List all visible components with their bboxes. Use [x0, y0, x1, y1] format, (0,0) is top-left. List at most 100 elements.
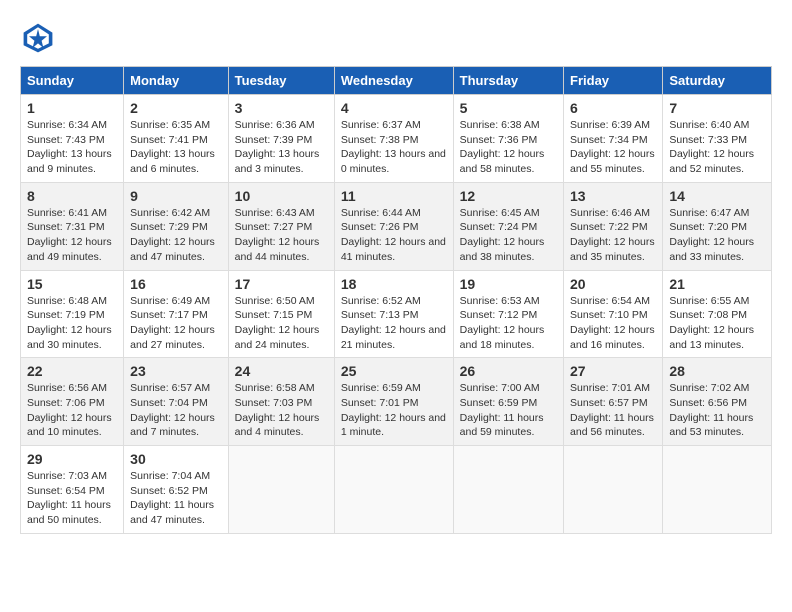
calendar-table: SundayMondayTuesdayWednesdayThursdayFrid…: [20, 66, 772, 534]
day-number: 22: [27, 363, 117, 379]
logo: [20, 20, 62, 56]
day-number: 17: [235, 276, 328, 292]
day-number: 2: [130, 100, 222, 116]
day-number: 11: [341, 188, 447, 204]
calendar-cell: 11 Sunrise: 6:44 AMSunset: 7:26 PMDaylig…: [334, 182, 453, 270]
day-detail: Sunrise: 6:52 AMSunset: 7:13 PMDaylight:…: [341, 295, 446, 351]
day-number: 15: [27, 276, 117, 292]
calendar-cell: [564, 446, 663, 534]
day-detail: Sunrise: 6:41 AMSunset: 7:31 PMDaylight:…: [27, 207, 112, 263]
day-detail: Sunrise: 6:48 AMSunset: 7:19 PMDaylight:…: [27, 295, 112, 351]
day-number: 3: [235, 100, 328, 116]
calendar-cell: 15 Sunrise: 6:48 AMSunset: 7:19 PMDaylig…: [21, 270, 124, 358]
day-detail: Sunrise: 6:45 AMSunset: 7:24 PMDaylight:…: [460, 207, 545, 263]
weekday-header-friday: Friday: [564, 67, 663, 95]
day-detail: Sunrise: 6:38 AMSunset: 7:36 PMDaylight:…: [460, 119, 545, 175]
day-number: 29: [27, 451, 117, 467]
weekday-header-saturday: Saturday: [663, 67, 772, 95]
day-detail: Sunrise: 6:46 AMSunset: 7:22 PMDaylight:…: [570, 207, 655, 263]
weekday-header-sunday: Sunday: [21, 67, 124, 95]
day-number: 1: [27, 100, 117, 116]
day-detail: Sunrise: 7:04 AMSunset: 6:52 PMDaylight:…: [130, 470, 214, 526]
day-detail: Sunrise: 6:55 AMSunset: 7:08 PMDaylight:…: [669, 295, 754, 351]
day-detail: Sunrise: 6:34 AMSunset: 7:43 PMDaylight:…: [27, 119, 112, 175]
header: [20, 20, 772, 56]
day-number: 28: [669, 363, 765, 379]
day-detail: Sunrise: 6:58 AMSunset: 7:03 PMDaylight:…: [235, 382, 320, 438]
day-detail: Sunrise: 6:56 AMSunset: 7:06 PMDaylight:…: [27, 382, 112, 438]
day-detail: Sunrise: 6:53 AMSunset: 7:12 PMDaylight:…: [460, 295, 545, 351]
day-number: 24: [235, 363, 328, 379]
day-detail: Sunrise: 6:47 AMSunset: 7:20 PMDaylight:…: [669, 207, 754, 263]
calendar-cell: 25 Sunrise: 6:59 AMSunset: 7:01 PMDaylig…: [334, 358, 453, 446]
calendar-cell: 13 Sunrise: 6:46 AMSunset: 7:22 PMDaylig…: [564, 182, 663, 270]
calendar-cell: 8 Sunrise: 6:41 AMSunset: 7:31 PMDayligh…: [21, 182, 124, 270]
calendar-cell: [453, 446, 563, 534]
calendar-cell: 5 Sunrise: 6:38 AMSunset: 7:36 PMDayligh…: [453, 95, 563, 183]
calendar-cell: 28 Sunrise: 7:02 AMSunset: 6:56 PMDaylig…: [663, 358, 772, 446]
calendar-cell: 26 Sunrise: 7:00 AMSunset: 6:59 PMDaylig…: [453, 358, 563, 446]
weekday-header-monday: Monday: [124, 67, 229, 95]
calendar-cell: 27 Sunrise: 7:01 AMSunset: 6:57 PMDaylig…: [564, 358, 663, 446]
day-number: 13: [570, 188, 656, 204]
logo-icon: [20, 20, 56, 56]
calendar-cell: 2 Sunrise: 6:35 AMSunset: 7:41 PMDayligh…: [124, 95, 229, 183]
weekday-header-tuesday: Tuesday: [228, 67, 334, 95]
day-detail: Sunrise: 6:57 AMSunset: 7:04 PMDaylight:…: [130, 382, 215, 438]
calendar-cell: 19 Sunrise: 6:53 AMSunset: 7:12 PMDaylig…: [453, 270, 563, 358]
calendar-cell: 23 Sunrise: 6:57 AMSunset: 7:04 PMDaylig…: [124, 358, 229, 446]
calendar-cell: 6 Sunrise: 6:39 AMSunset: 7:34 PMDayligh…: [564, 95, 663, 183]
calendar-cell: 29 Sunrise: 7:03 AMSunset: 6:54 PMDaylig…: [21, 446, 124, 534]
day-number: 14: [669, 188, 765, 204]
day-detail: Sunrise: 7:00 AMSunset: 6:59 PMDaylight:…: [460, 382, 544, 438]
day-number: 26: [460, 363, 557, 379]
calendar-cell: 4 Sunrise: 6:37 AMSunset: 7:38 PMDayligh…: [334, 95, 453, 183]
calendar-cell: 30 Sunrise: 7:04 AMSunset: 6:52 PMDaylig…: [124, 446, 229, 534]
calendar-cell: 9 Sunrise: 6:42 AMSunset: 7:29 PMDayligh…: [124, 182, 229, 270]
day-number: 30: [130, 451, 222, 467]
weekday-header-wednesday: Wednesday: [334, 67, 453, 95]
calendar-cell: 22 Sunrise: 6:56 AMSunset: 7:06 PMDaylig…: [21, 358, 124, 446]
day-number: 8: [27, 188, 117, 204]
day-detail: Sunrise: 6:59 AMSunset: 7:01 PMDaylight:…: [341, 382, 446, 438]
calendar-cell: 21 Sunrise: 6:55 AMSunset: 7:08 PMDaylig…: [663, 270, 772, 358]
day-number: 16: [130, 276, 222, 292]
day-number: 18: [341, 276, 447, 292]
day-number: 4: [341, 100, 447, 116]
day-number: 27: [570, 363, 656, 379]
day-detail: Sunrise: 6:35 AMSunset: 7:41 PMDaylight:…: [130, 119, 215, 175]
day-number: 12: [460, 188, 557, 204]
calendar-cell: 14 Sunrise: 6:47 AMSunset: 7:20 PMDaylig…: [663, 182, 772, 270]
calendar-cell: 10 Sunrise: 6:43 AMSunset: 7:27 PMDaylig…: [228, 182, 334, 270]
day-detail: Sunrise: 6:42 AMSunset: 7:29 PMDaylight:…: [130, 207, 215, 263]
calendar-cell: [228, 446, 334, 534]
calendar-cell: 20 Sunrise: 6:54 AMSunset: 7:10 PMDaylig…: [564, 270, 663, 358]
day-detail: Sunrise: 6:40 AMSunset: 7:33 PMDaylight:…: [669, 119, 754, 175]
day-detail: Sunrise: 6:54 AMSunset: 7:10 PMDaylight:…: [570, 295, 655, 351]
day-number: 7: [669, 100, 765, 116]
day-detail: Sunrise: 7:03 AMSunset: 6:54 PMDaylight:…: [27, 470, 111, 526]
day-number: 5: [460, 100, 557, 116]
day-number: 10: [235, 188, 328, 204]
day-number: 20: [570, 276, 656, 292]
calendar-cell: 7 Sunrise: 6:40 AMSunset: 7:33 PMDayligh…: [663, 95, 772, 183]
day-number: 9: [130, 188, 222, 204]
day-number: 23: [130, 363, 222, 379]
day-detail: Sunrise: 6:39 AMSunset: 7:34 PMDaylight:…: [570, 119, 655, 175]
calendar-cell: [334, 446, 453, 534]
day-number: 6: [570, 100, 656, 116]
weekday-header-thursday: Thursday: [453, 67, 563, 95]
day-number: 19: [460, 276, 557, 292]
day-detail: Sunrise: 6:36 AMSunset: 7:39 PMDaylight:…: [235, 119, 320, 175]
day-detail: Sunrise: 6:43 AMSunset: 7:27 PMDaylight:…: [235, 207, 320, 263]
calendar-cell: 12 Sunrise: 6:45 AMSunset: 7:24 PMDaylig…: [453, 182, 563, 270]
calendar-cell: 17 Sunrise: 6:50 AMSunset: 7:15 PMDaylig…: [228, 270, 334, 358]
calendar-cell: 24 Sunrise: 6:58 AMSunset: 7:03 PMDaylig…: [228, 358, 334, 446]
day-detail: Sunrise: 6:37 AMSunset: 7:38 PMDaylight:…: [341, 119, 446, 175]
day-number: 21: [669, 276, 765, 292]
calendar-cell: [663, 446, 772, 534]
day-detail: Sunrise: 6:44 AMSunset: 7:26 PMDaylight:…: [341, 207, 446, 263]
day-detail: Sunrise: 6:50 AMSunset: 7:15 PMDaylight:…: [235, 295, 320, 351]
day-detail: Sunrise: 6:49 AMSunset: 7:17 PMDaylight:…: [130, 295, 215, 351]
calendar-cell: 1 Sunrise: 6:34 AMSunset: 7:43 PMDayligh…: [21, 95, 124, 183]
